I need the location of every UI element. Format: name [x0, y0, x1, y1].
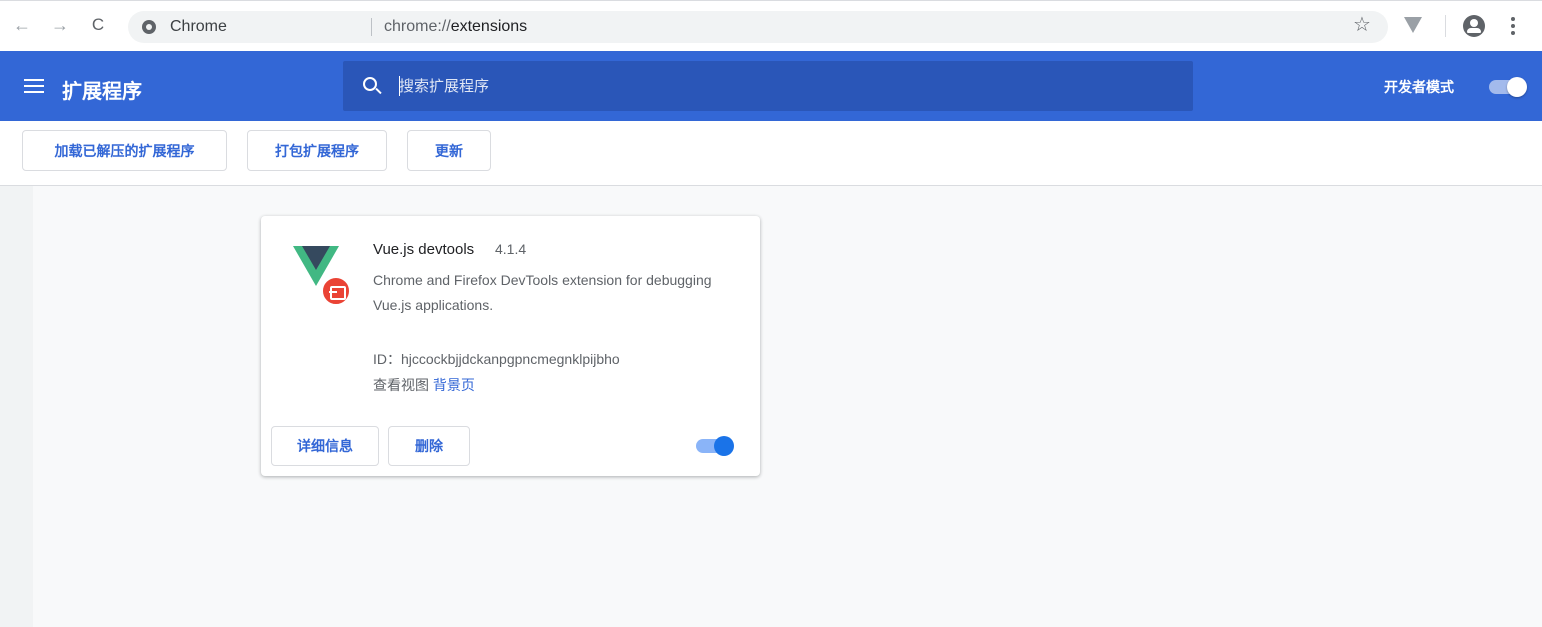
extension-card: Vue.js devtools 4.1.4 Chrome and Firefox… [261, 216, 760, 476]
browser-toolbar: ← → C Chrome chrome://extensions ☆ [0, 0, 1542, 51]
extension-description: Chrome and Firefox DevTools extension fo… [373, 272, 712, 313]
toolbar-divider [1445, 15, 1446, 37]
search-input[interactable] [399, 74, 1159, 98]
side-strip [0, 186, 33, 627]
hamburger-menu-icon[interactable] [24, 79, 44, 93]
pack-extension-button[interactable]: 打包扩展程序 [247, 130, 387, 171]
url-text[interactable]: chrome://extensions [384, 18, 527, 36]
dev-mode-label: 开发者模式 [1384, 79, 1454, 95]
profile-icon[interactable] [1463, 15, 1485, 37]
extension-toggle-knob [714, 436, 734, 456]
inspect-views: 查看视图 背景页 [373, 375, 475, 395]
menu-kebab-icon[interactable] [1504, 15, 1522, 37]
extensions-header: 扩展程序 开发者模式 [0, 51, 1542, 121]
search-icon [363, 77, 377, 91]
vue-extension-icon[interactable] [1404, 17, 1422, 33]
search-box[interactable] [343, 61, 1193, 111]
remove-button[interactable]: 删除 [388, 426, 470, 466]
details-button[interactable]: 详细信息 [271, 426, 379, 466]
dev-toolbar: 加载已解压的扩展程序 打包扩展程序 更新 [0, 121, 1542, 186]
back-icon[interactable]: ← [12, 15, 32, 35]
bookmark-star-icon[interactable]: ☆ [1353, 15, 1371, 35]
background-page-link[interactable]: 背景页 [433, 377, 475, 393]
extensions-content [0, 186, 1542, 627]
update-button[interactable]: 更新 [407, 130, 491, 171]
chrome-site-icon [142, 20, 156, 34]
extension-version: 4.1.4 [495, 241, 527, 257]
unpacked-badge-icon [321, 276, 351, 306]
extension-id: ID：hjccockbjjdckanpgpncmegnklpijbho [373, 351, 620, 367]
load-unpacked-button[interactable]: 加载已解压的扩展程序 [22, 130, 227, 171]
reload-icon[interactable]: C [88, 15, 108, 35]
url-scheme: chrome:// [384, 18, 451, 35]
url-path: extensions [450, 18, 528, 35]
extension-name: Vue.js devtools [373, 241, 475, 258]
omnibox-separator [371, 18, 372, 36]
address-bar[interactable]: Chrome chrome://extensions [128, 11, 1388, 43]
inspect-views-label: 查看视图 [373, 377, 429, 393]
vue-logo-icon [293, 246, 353, 306]
dev-mode-toggle[interactable] [1489, 77, 1527, 97]
site-chip: Chrome [170, 18, 227, 35]
extension-enable-toggle[interactable] [696, 436, 734, 456]
page-title: 扩展程序 [62, 81, 142, 103]
forward-icon[interactable]: → [50, 15, 70, 35]
dev-mode-toggle-knob [1507, 77, 1527, 97]
